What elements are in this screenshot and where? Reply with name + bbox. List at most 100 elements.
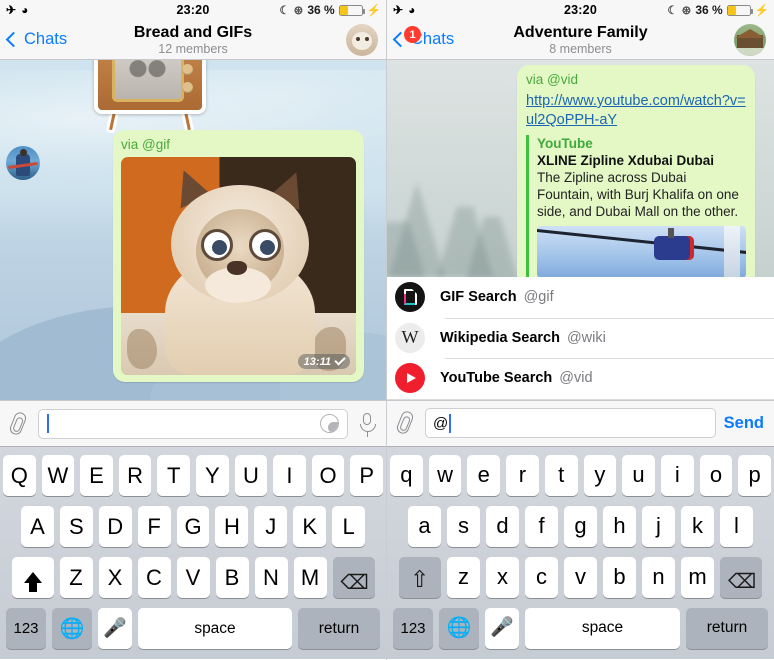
list-item[interactable]: GIF Search @gif bbox=[387, 277, 774, 318]
key-q[interactable]: Q bbox=[3, 455, 36, 496]
key-l[interactable]: l bbox=[720, 505, 753, 547]
backspace-key[interactable] bbox=[332, 557, 375, 598]
key-h[interactable]: H bbox=[215, 506, 249, 547]
backspace-key[interactable] bbox=[720, 556, 762, 598]
dictation-key[interactable]: 🎤 bbox=[485, 607, 519, 649]
key-w[interactable]: w bbox=[428, 454, 462, 496]
key-b[interactable]: b bbox=[603, 556, 636, 598]
key-f[interactable]: F bbox=[137, 506, 171, 547]
back-to-chats-button[interactable]: Chats bbox=[5, 30, 67, 49]
key-y[interactable]: y bbox=[583, 454, 617, 496]
tv-sticker[interactable] bbox=[86, 60, 216, 135]
paperclip-icon[interactable] bbox=[8, 410, 30, 437]
key-g[interactable]: G bbox=[176, 506, 210, 547]
space-key[interactable]: space bbox=[138, 608, 292, 649]
key-p[interactable]: p bbox=[738, 454, 772, 496]
paperclip-icon[interactable] bbox=[395, 409, 417, 436]
check-icon bbox=[334, 354, 346, 366]
key-r[interactable]: R bbox=[118, 455, 152, 496]
key-w[interactable]: W bbox=[41, 455, 75, 496]
phone-left: ✈ ◕ 23:20 ☾ ⊛ 36 % ⚡ Chats Bread and GIF… bbox=[0, 0, 387, 660]
space-key[interactable]: space bbox=[525, 607, 680, 649]
key-u[interactable]: U bbox=[234, 455, 268, 496]
key-i[interactable]: i bbox=[660, 454, 694, 496]
send-button[interactable]: Send bbox=[724, 414, 766, 433]
key-u[interactable]: u bbox=[622, 454, 655, 496]
moon-icon: ☾ bbox=[667, 5, 678, 17]
key-t[interactable]: T bbox=[157, 455, 190, 496]
key-k[interactable]: k bbox=[681, 505, 714, 547]
message-input-left[interactable] bbox=[38, 408, 348, 439]
key-t[interactable]: t bbox=[544, 454, 578, 496]
key-b[interactable]: B bbox=[215, 557, 249, 598]
key-m[interactable]: m bbox=[681, 556, 714, 598]
status-right-icons: ☾ ⊛ 36 % ⚡ bbox=[279, 3, 381, 17]
key-l[interactable]: L bbox=[332, 506, 366, 547]
microphone-icon[interactable] bbox=[356, 411, 378, 437]
bot-username: @wiki bbox=[566, 329, 606, 346]
key-e[interactable]: e bbox=[467, 454, 501, 496]
sender-avatar[interactable] bbox=[6, 146, 40, 180]
key-m[interactable]: M bbox=[293, 557, 327, 598]
key-k[interactable]: K bbox=[293, 506, 327, 547]
dictation-key[interactable]: 🎤 bbox=[98, 608, 132, 649]
sticker-icon[interactable] bbox=[320, 414, 339, 433]
link-preview[interactable]: YouTube XLINE Zipline Xdubai Dubai The Z… bbox=[526, 135, 746, 277]
key-s[interactable]: S bbox=[59, 506, 93, 547]
key-v[interactable]: v bbox=[564, 556, 597, 598]
return-key[interactable]: return bbox=[298, 608, 380, 649]
avatar[interactable] bbox=[734, 23, 766, 56]
avatar[interactable] bbox=[346, 23, 378, 56]
key-a[interactable]: a bbox=[408, 505, 441, 547]
key-h[interactable]: h bbox=[603, 505, 636, 547]
key-p[interactable]: P bbox=[350, 455, 383, 496]
back-to-chats-button[interactable]: 1 Chats bbox=[392, 26, 454, 49]
keyboard-right: q w e r t y u i o p a s d f g h j k l ⇧ … bbox=[387, 446, 774, 659]
youtube-bot-icon bbox=[395, 363, 425, 394]
list-item[interactable]: YouTube Search @vid bbox=[387, 358, 774, 399]
globe-key[interactable]: 🌐 bbox=[439, 607, 479, 649]
key-d[interactable]: d bbox=[486, 505, 519, 547]
numbers-key[interactable]: 123 bbox=[6, 608, 46, 649]
key-r[interactable]: r bbox=[506, 454, 539, 496]
key-i[interactable]: I bbox=[273, 455, 306, 496]
wikipedia-bot-icon: W bbox=[395, 322, 425, 353]
chat-area-left[interactable]: 13:07 via @gif bbox=[0, 60, 386, 400]
key-j[interactable]: j bbox=[642, 505, 675, 547]
key-f[interactable]: f bbox=[525, 505, 558, 547]
globe-key[interactable]: 🌐 bbox=[52, 608, 92, 649]
key-n[interactable]: n bbox=[642, 556, 675, 598]
list-item[interactable]: W Wikipedia Search @wiki bbox=[387, 317, 774, 359]
key-x[interactable]: X bbox=[98, 557, 132, 598]
key-a[interactable]: A bbox=[21, 506, 54, 547]
key-y[interactable]: Y bbox=[196, 455, 229, 496]
battery-icon bbox=[338, 4, 365, 16]
key-o[interactable]: o bbox=[699, 454, 733, 496]
numbers-key[interactable]: 123 bbox=[393, 607, 433, 649]
shift-key[interactable] bbox=[11, 557, 54, 598]
zipline-thumbnail[interactable] bbox=[537, 226, 746, 277]
surprised-cat-gif[interactable]: 13:11 bbox=[121, 157, 356, 375]
key-s[interactable]: s bbox=[447, 505, 480, 547]
key-d[interactable]: D bbox=[98, 506, 132, 547]
key-c[interactable]: c bbox=[525, 556, 558, 598]
key-e[interactable]: E bbox=[80, 455, 113, 496]
key-z[interactable]: z bbox=[447, 556, 480, 598]
key-q[interactable]: q bbox=[389, 454, 423, 496]
return-key[interactable]: return bbox=[686, 607, 768, 649]
key-n[interactable]: N bbox=[254, 557, 288, 598]
message-bubble-gif[interactable]: via @gif 13:11 bbox=[113, 130, 364, 382]
message-bubble-link[interactable]: via @vid http://www.youtube.com/watch?v=… bbox=[517, 65, 755, 277]
shift-key[interactable] bbox=[399, 556, 441, 598]
message-url[interactable]: http://www.youtube.com/watch?v=ul2QoPPH-… bbox=[526, 92, 746, 130]
key-g[interactable]: g bbox=[564, 505, 597, 547]
key-z[interactable]: Z bbox=[59, 557, 93, 598]
chat-area-right[interactable]: via @vid http://www.youtube.com/watch?v=… bbox=[387, 60, 774, 277]
key-v[interactable]: V bbox=[176, 557, 210, 598]
key-x[interactable]: x bbox=[486, 556, 519, 598]
key-o[interactable]: O bbox=[311, 455, 345, 496]
message-input-right[interactable]: @ bbox=[425, 408, 716, 438]
key-j[interactable]: J bbox=[254, 506, 288, 547]
key-c[interactable]: C bbox=[137, 557, 171, 598]
moon-icon: ☾ bbox=[279, 5, 290, 17]
